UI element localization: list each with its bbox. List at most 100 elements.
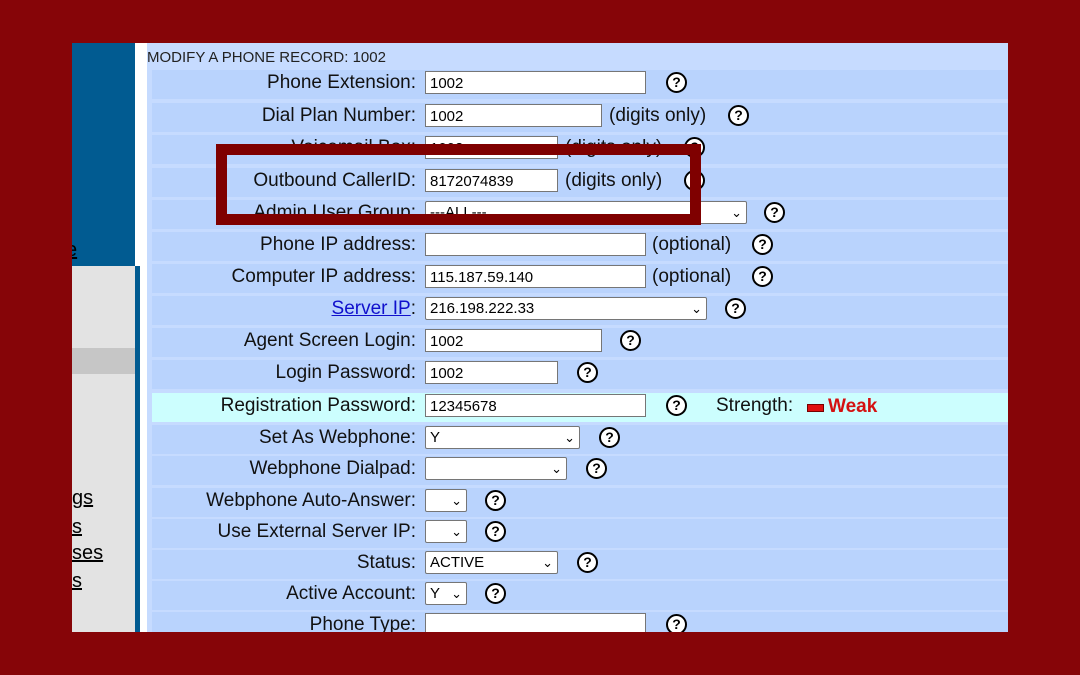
field-label: Dial Plan Number: bbox=[261, 105, 416, 126]
phone-record-form: MODIFY A PHONE RECORD: 1002 Phone Extens… bbox=[147, 43, 1008, 632]
help-icon[interactable]: ? bbox=[620, 330, 641, 351]
agent-screen-login-input[interactable]: 1002 bbox=[425, 329, 602, 352]
help-icon[interactable]: ? bbox=[485, 583, 506, 604]
phone-ip-address-input[interactable] bbox=[425, 233, 646, 256]
server-ip-link[interactable]: Server IP bbox=[332, 298, 411, 319]
help-icon[interactable]: ? bbox=[752, 266, 773, 287]
help-icon[interactable]: ? bbox=[728, 105, 749, 126]
phone-extension-input[interactable]: 1002 bbox=[425, 71, 646, 94]
screenshot: e gs s ses s MODIFY A PHONE RECORD: 1002… bbox=[72, 43, 1008, 632]
phone-type-input[interactable] bbox=[425, 613, 646, 632]
sidebar-link[interactable]: s bbox=[72, 517, 82, 537]
row-computer-ip-address: Computer IP address: 115.187.59.140 (opt… bbox=[152, 264, 1008, 293]
strength-meter bbox=[807, 404, 824, 412]
help-icon[interactable]: ? bbox=[485, 521, 506, 542]
help-icon[interactable]: ? bbox=[684, 137, 705, 158]
optional-hint: (optional) bbox=[652, 234, 732, 255]
webphone-dialpad-select[interactable]: ⌄ bbox=[425, 457, 567, 480]
field-label: Webphone Dialpad: bbox=[249, 458, 416, 479]
registration-password-input[interactable]: 12345678 bbox=[425, 394, 646, 417]
field-label: Use External Server IP: bbox=[217, 521, 416, 542]
row-server-ip: Server IP: 216.198.222.33 ⌄ ? bbox=[152, 296, 1008, 325]
help-icon[interactable]: ? bbox=[666, 614, 687, 632]
row-admin-user-group: Admin User Group: ---ALL--- ⌄ ? bbox=[152, 200, 1008, 229]
field-label: Outbound CallerID: bbox=[253, 170, 416, 191]
row-login-password: Login Password: 1002 ? bbox=[152, 360, 1008, 389]
selected-value: ---ALL--- bbox=[430, 204, 487, 221]
help-icon[interactable]: ? bbox=[684, 170, 705, 191]
row-use-external-server-ip: Use External Server IP: ⌄ ? bbox=[152, 519, 1008, 548]
row-dial-plan-number: Dial Plan Number: 1002 (digits only) ? bbox=[152, 103, 1008, 132]
help-icon[interactable]: ? bbox=[752, 234, 773, 255]
digits-only-hint: (digits only) bbox=[565, 137, 663, 158]
field-label: Computer IP address: bbox=[231, 266, 416, 287]
row-phone-type: Phone Type: ? bbox=[152, 612, 1008, 632]
outbound-callerid-input[interactable]: 8172074839 bbox=[425, 169, 558, 192]
login-password-input[interactable]: 1002 bbox=[425, 361, 558, 384]
chevron-down-icon: ⌄ bbox=[564, 430, 575, 445]
selected-value: 216.198.222.33 bbox=[430, 300, 535, 317]
digits-only-hint: (digits only) bbox=[565, 170, 663, 191]
strength-label: Strength: bbox=[716, 395, 794, 416]
help-icon[interactable]: ? bbox=[599, 427, 620, 448]
field-label: Phone Extension: bbox=[267, 72, 416, 93]
chevron-down-icon: ⌄ bbox=[551, 461, 562, 476]
optional-hint: (optional) bbox=[652, 266, 732, 287]
help-icon[interactable]: ? bbox=[666, 395, 687, 416]
row-agent-screen-login: Agent Screen Login: 1002 ? bbox=[152, 328, 1008, 357]
sidebar-selected-bar bbox=[72, 348, 135, 374]
status-select[interactable]: ACTIVE ⌄ bbox=[425, 551, 558, 574]
field-label: Webphone Auto-Answer: bbox=[206, 490, 416, 511]
strength-value: Weak bbox=[828, 396, 878, 417]
computer-ip-address-input[interactable]: 115.187.59.140 bbox=[425, 265, 646, 288]
selected-value: Y bbox=[430, 429, 441, 446]
field-label: Set As Webphone: bbox=[258, 427, 416, 448]
field-label: Admin User Group: bbox=[253, 202, 416, 223]
sidebar-header bbox=[72, 43, 135, 266]
field-label: Phone Type: bbox=[309, 614, 416, 632]
row-webphone-dialpad: Webphone Dialpad: ⌄ ? bbox=[152, 456, 1008, 485]
selected-value: Y bbox=[430, 585, 441, 602]
sidebar-link[interactable]: e bbox=[72, 240, 77, 260]
field-label: Status: bbox=[356, 552, 416, 573]
field-label: Registration Password: bbox=[220, 395, 416, 416]
row-outbound-callerid: Outbound CallerID: 8172074839 (digits on… bbox=[152, 168, 1008, 197]
use-external-server-ip-select[interactable]: ⌄ bbox=[425, 520, 467, 543]
server-ip-label: Server IP: bbox=[332, 298, 416, 320]
webphone-auto-answer-select[interactable]: ⌄ bbox=[425, 489, 467, 512]
sidebar-link[interactable]: s bbox=[72, 571, 82, 591]
sidebar-divider bbox=[135, 266, 140, 632]
chevron-down-icon: ⌄ bbox=[731, 205, 742, 220]
form-title: MODIFY A PHONE RECORD: 1002 bbox=[147, 49, 386, 66]
chevron-down-icon: ⌄ bbox=[451, 493, 462, 508]
sidebar-link[interactable]: gs bbox=[72, 488, 93, 508]
dial-plan-number-input[interactable]: 1002 bbox=[425, 104, 602, 127]
help-icon[interactable]: ? bbox=[577, 552, 598, 573]
selected-value: ACTIVE bbox=[430, 554, 485, 571]
help-icon[interactable]: ? bbox=[764, 202, 785, 223]
row-registration-password: Registration Password: 12345678 ? Streng… bbox=[152, 393, 1008, 422]
chevron-down-icon: ⌄ bbox=[691, 301, 702, 316]
help-icon[interactable]: ? bbox=[666, 72, 687, 93]
label-colon: : bbox=[410, 298, 416, 319]
field-label: Login Password: bbox=[275, 362, 416, 383]
voicemail-box-input[interactable]: 1002 bbox=[425, 136, 558, 159]
digits-only-hint: (digits only) bbox=[609, 105, 707, 126]
server-ip-select[interactable]: 216.198.222.33 ⌄ bbox=[425, 297, 707, 320]
field-label: Phone IP address: bbox=[260, 234, 416, 255]
row-voicemail-box: Voicemail Box: 1002 (digits only) ? bbox=[152, 135, 1008, 164]
row-active-account: Active Account: Y ⌄ ? bbox=[152, 581, 1008, 610]
row-phone-ip-address: Phone IP address: (optional) ? bbox=[152, 232, 1008, 261]
sidebar-link[interactable]: ses bbox=[72, 543, 103, 563]
help-icon[interactable]: ? bbox=[485, 490, 506, 511]
admin-user-group-select[interactable]: ---ALL--- ⌄ bbox=[425, 201, 747, 224]
help-icon[interactable]: ? bbox=[577, 362, 598, 383]
row-set-as-webphone: Set As Webphone: Y ⌄ ? bbox=[152, 425, 1008, 454]
help-icon[interactable]: ? bbox=[586, 458, 607, 479]
row-webphone-auto-answer: Webphone Auto-Answer: ⌄ ? bbox=[152, 488, 1008, 517]
active-account-select[interactable]: Y ⌄ bbox=[425, 582, 467, 605]
help-icon[interactable]: ? bbox=[725, 298, 746, 319]
row-phone-extension: Phone Extension: 1002 ? bbox=[152, 70, 1008, 99]
chevron-down-icon: ⌄ bbox=[542, 555, 553, 570]
set-as-webphone-select[interactable]: Y ⌄ bbox=[425, 426, 580, 449]
